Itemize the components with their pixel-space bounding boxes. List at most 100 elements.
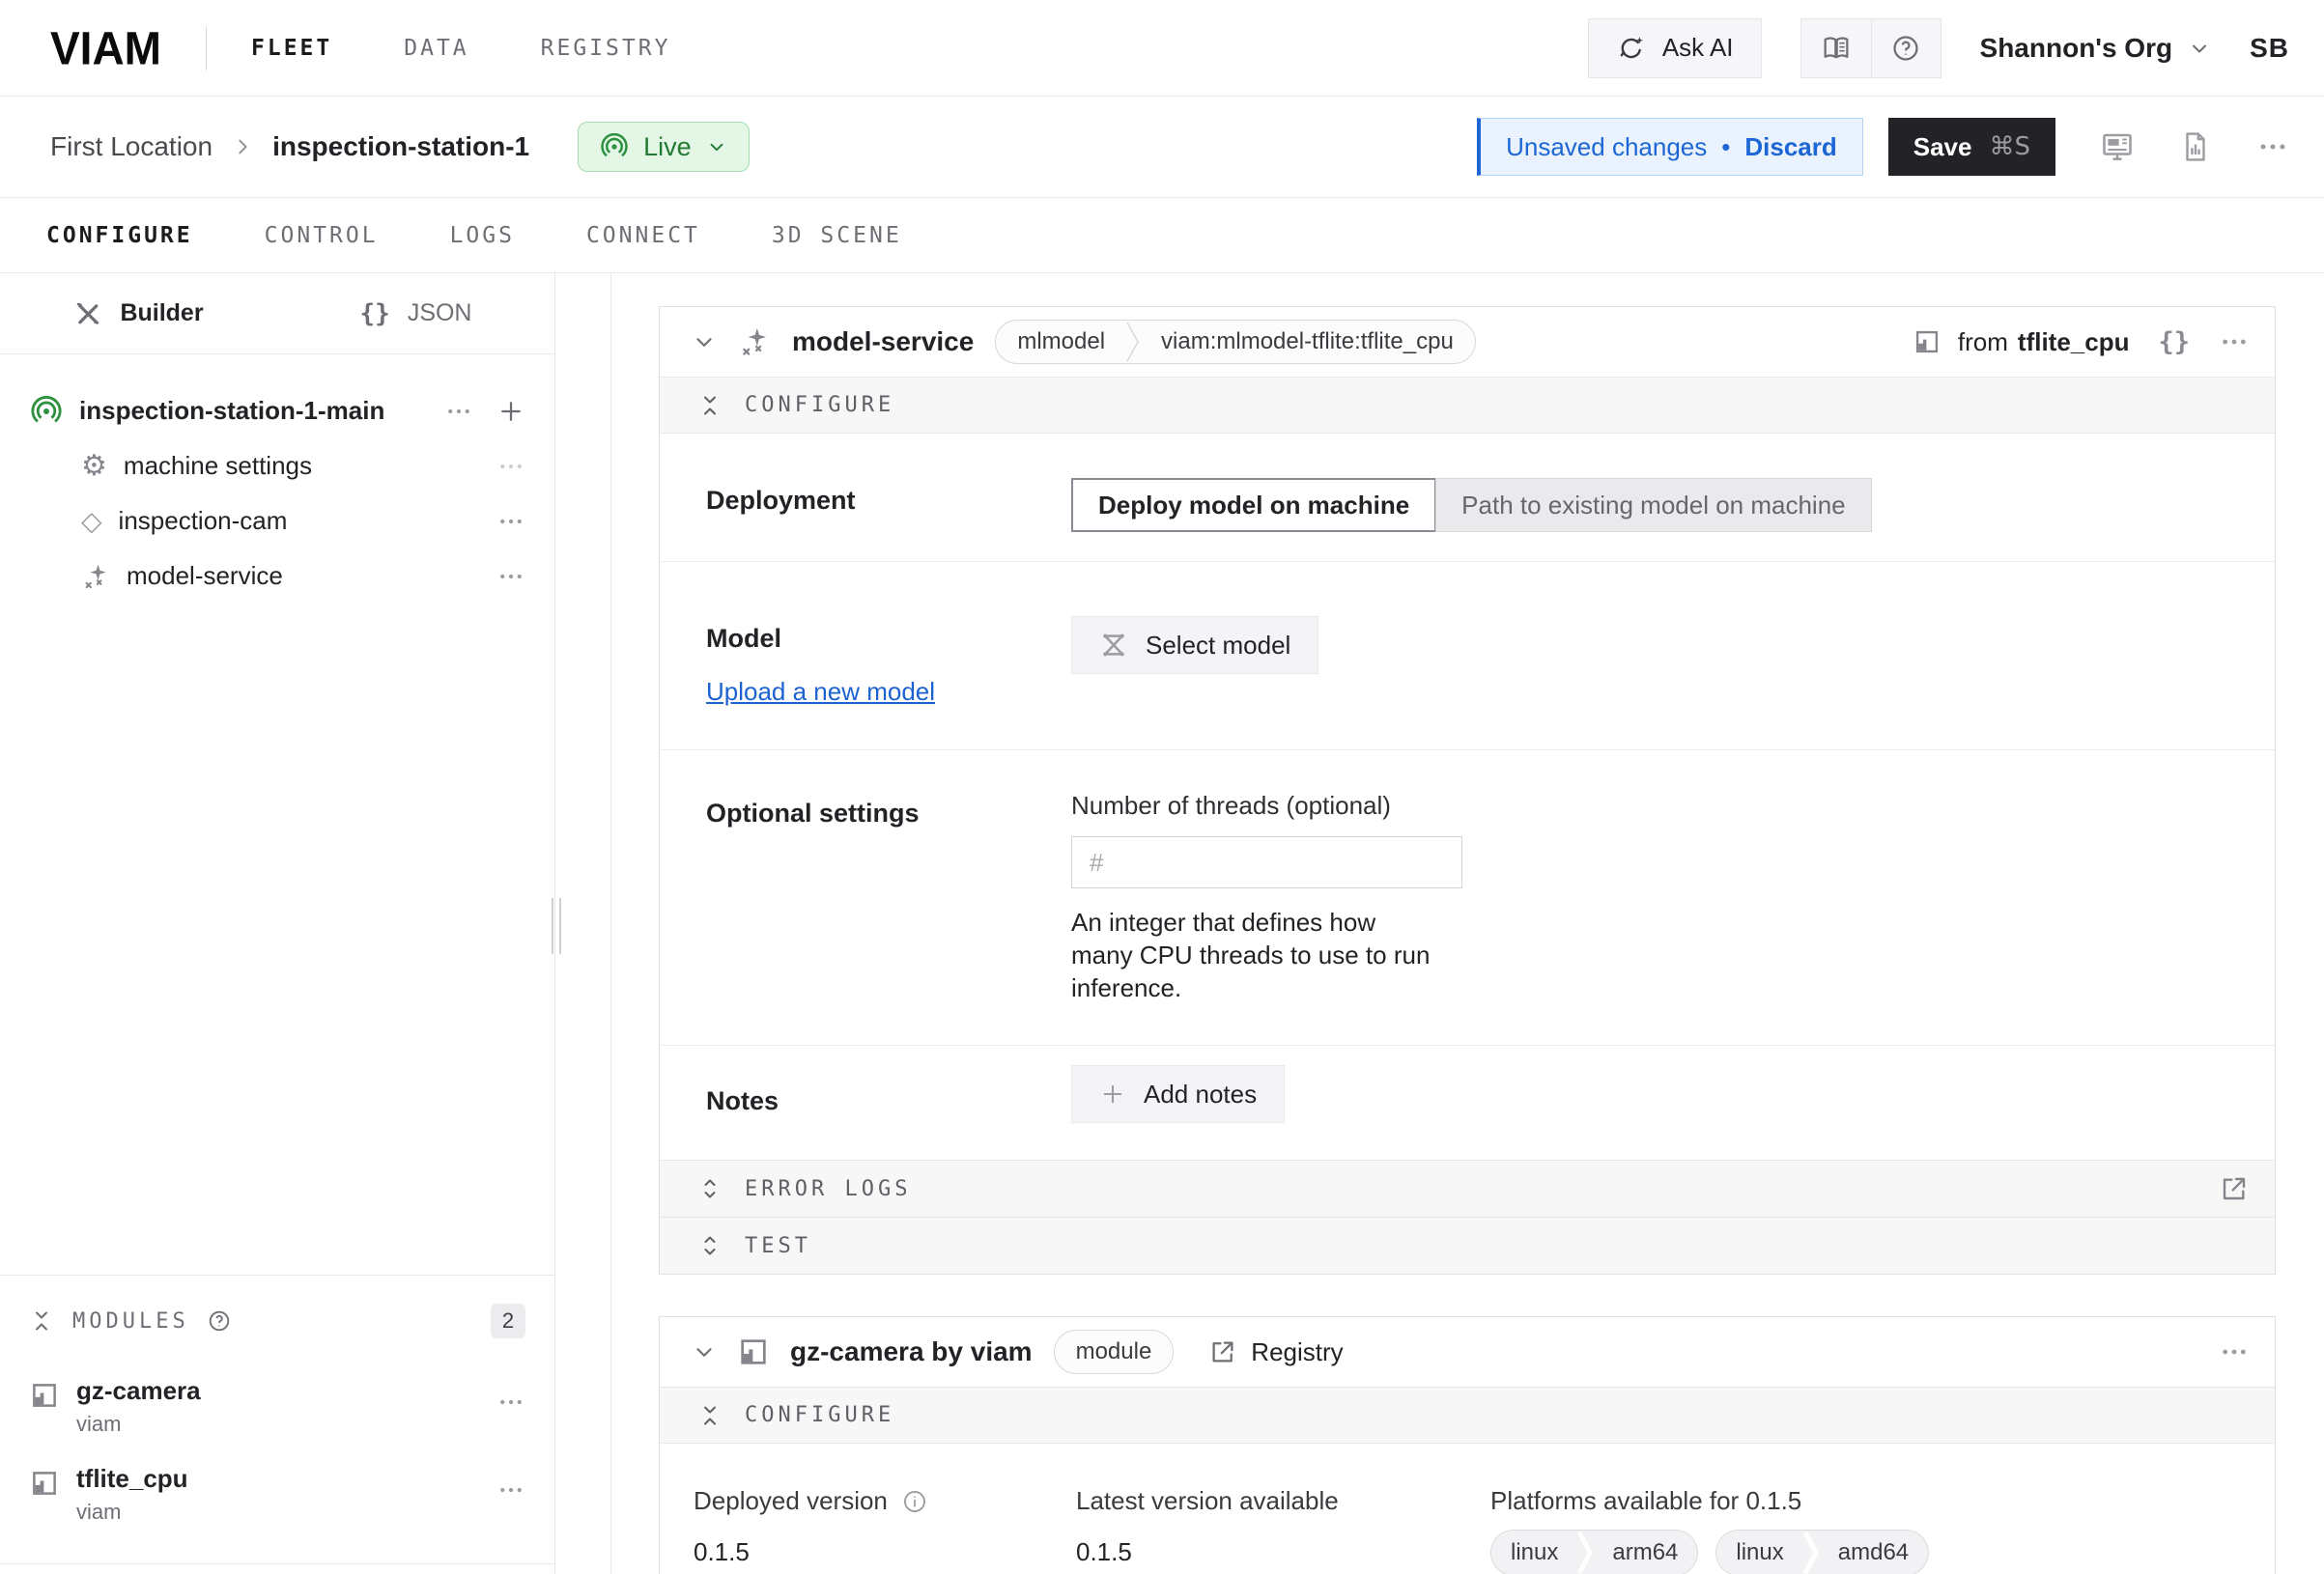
viam-logo[interactable]: VIAM [50, 20, 161, 74]
latest-version-value: 0.1.5 [1076, 1537, 1490, 1567]
modules-count-badge: 2 [491, 1304, 525, 1338]
modules-header[interactable]: MODULES 2 [30, 1293, 525, 1349]
control-preview-button[interactable] [2100, 129, 2135, 164]
ellipsis-icon [496, 562, 525, 591]
module-list-item[interactable]: tflite_cpu viam [30, 1464, 525, 1525]
nav-registry[interactable]: REGISTRY [541, 36, 671, 61]
collapse-card-button[interactable] [692, 1339, 717, 1364]
json-toggle[interactable]: {} JSON [277, 273, 554, 353]
add-notes-button[interactable]: Add notes [1071, 1065, 1285, 1123]
save-label: Save [1913, 132, 1972, 162]
threads-input[interactable] [1071, 836, 1462, 888]
upload-model-link[interactable]: Upload a new model [706, 677, 1071, 707]
error-logs-section-bar[interactable]: ERROR LOGS [660, 1160, 2275, 1217]
info-icon[interactable] [901, 1488, 928, 1515]
configure-section-bar[interactable]: CONFIGURE [660, 377, 2275, 434]
card-menu-button[interactable] [2219, 326, 2250, 357]
user-avatar[interactable]: SB [2250, 33, 2289, 64]
tab-logs[interactable]: LOGS [450, 223, 515, 248]
platform-os: linux [1716, 1539, 1802, 1566]
tree-item-inspection-cam[interactable]: ◇ inspection-cam [0, 493, 554, 548]
monitor-icon [2100, 129, 2135, 164]
module-menu-button[interactable] [496, 1388, 525, 1417]
deployed-version-value: 0.1.5 [694, 1537, 1076, 1567]
tab-control[interactable]: CONTROL [265, 223, 379, 248]
sidebar-resize-handle[interactable] [552, 898, 561, 954]
org-switcher[interactable]: Shannon's Org [1980, 33, 2212, 64]
module-list-item[interactable]: gz-camera viam [30, 1376, 525, 1437]
select-model-label: Select model [1146, 631, 1290, 661]
tree-item-machine-settings[interactable]: ⚙ machine settings [0, 438, 554, 493]
item-menu-button[interactable] [496, 507, 525, 536]
service-api-segment: mlmodel [996, 321, 1126, 363]
ellipsis-icon [2219, 1336, 2250, 1367]
tab-connect[interactable]: CONNECT [586, 223, 700, 248]
deployment-label: Deployment [706, 478, 1071, 532]
diamond-icon: ◇ [81, 508, 102, 535]
ellipsis-icon [2219, 326, 2250, 357]
help-button[interactable] [1871, 19, 1941, 77]
path-existing-model-option[interactable]: Path to existing model on machine [1435, 478, 1871, 532]
registry-link[interactable]: Registry [1208, 1337, 1343, 1367]
model-label: Model [706, 624, 781, 653]
more-actions-button[interactable] [2256, 130, 2289, 163]
part-menu-button[interactable] [444, 397, 473, 426]
open-logs-button[interactable] [2219, 1173, 2250, 1204]
module-icon [738, 1336, 769, 1367]
tab-configure[interactable]: CONFIGURE [46, 223, 193, 248]
configure-section-bar[interactable]: CONFIGURE [660, 1387, 2275, 1444]
deployment-segmented-control: Deploy model on machine Path to existing… [1071, 478, 2236, 532]
nav-data[interactable]: DATA [404, 36, 468, 61]
ask-ai-button[interactable]: Ask AI [1588, 18, 1762, 78]
module-icon [1913, 328, 1941, 355]
latest-version-label: Latest version available [1076, 1486, 1339, 1516]
save-shortcut: ⌘S [1989, 132, 2030, 161]
discard-button[interactable]: Discard [1744, 132, 1836, 162]
save-button[interactable]: Save ⌘S [1888, 118, 2055, 176]
module-name: tflite_cpu [76, 1464, 188, 1494]
book-icon [1821, 33, 1852, 64]
help-circle-icon[interactable] [207, 1308, 232, 1334]
org-name: Shannon's Org [1980, 33, 2173, 64]
external-link-icon [2219, 1173, 2250, 1204]
tree-item-model-service[interactable]: model-service [0, 548, 554, 604]
platform-chip: linux amd64 [1715, 1530, 1929, 1574]
breadcrumb-location[interactable]: First Location [50, 131, 213, 162]
test-section-bar[interactable]: TEST [660, 1217, 2275, 1274]
chip-divider [1577, 1531, 1593, 1574]
breadcrumb: First Location inspection-station-1 Live [50, 122, 750, 172]
builder-toggle[interactable]: Builder [0, 273, 277, 353]
collapse-card-button[interactable] [692, 329, 717, 354]
help-segment [1800, 18, 1941, 78]
tree-item-machine-part[interactable]: inspection-station-1-main [0, 383, 554, 438]
select-model-button[interactable]: Select model [1071, 616, 1318, 674]
add-notes-label: Add notes [1144, 1080, 1257, 1110]
threads-field-label: Number of threads (optional) [1071, 791, 2236, 821]
primary-nav: FLEET DATA REGISTRY [251, 36, 670, 61]
ml-sparkle-icon [738, 325, 771, 358]
ml-sparkle-icon [81, 562, 110, 591]
nav-fleet[interactable]: FLEET [251, 36, 332, 61]
add-component-button[interactable] [496, 397, 525, 426]
ellipsis-icon [496, 1388, 525, 1417]
machine-status-dropdown[interactable]: Live [578, 122, 750, 172]
configure-label: CONFIGURE [745, 393, 894, 417]
history-document-button[interactable] [2179, 130, 2212, 163]
braces-icon: {} [360, 299, 390, 328]
docs-button[interactable] [1801, 19, 1871, 77]
item-menu-button[interactable] [496, 562, 525, 591]
module-pill-label: module [1055, 1331, 1174, 1373]
module-menu-button[interactable] [496, 1476, 525, 1504]
config-sidebar: Builder {} JSON inspection-station-1-mai… [0, 273, 555, 1574]
view-json-button[interactable]: {} [2158, 327, 2190, 357]
card-menu-button[interactable] [2219, 1336, 2250, 1367]
json-label: JSON [408, 299, 472, 327]
item-menu-button[interactable] [496, 452, 525, 481]
service-title: model-service [792, 326, 974, 357]
deploy-model-option[interactable]: Deploy model on machine [1071, 478, 1436, 532]
module-version-row: Deployed version 0.1.5 Latest version av… [660, 1444, 2275, 1574]
optional-settings-label: Optional settings [706, 791, 1071, 1004]
platform-arch: amd64 [1819, 1539, 1928, 1566]
tab-3d-scene[interactable]: 3D SCENE [772, 223, 902, 248]
machine-tabs: CONFIGURE CONTROL LOGS CONNECT 3D SCENE [0, 198, 2324, 273]
